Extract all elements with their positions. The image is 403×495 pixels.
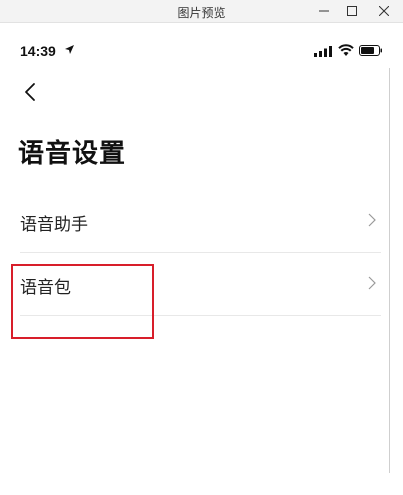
- chevron-right-icon: [368, 213, 376, 227]
- chevron-left-icon: [25, 83, 35, 101]
- back-button[interactable]: [18, 80, 42, 104]
- close-icon: [379, 6, 389, 16]
- maximize-icon: [347, 6, 357, 16]
- battery-icon: [359, 45, 382, 56]
- phone-screen: 14:39 语音设置 语音助手 语音包: [0, 23, 403, 495]
- signal-icon: [314, 46, 332, 57]
- close-button[interactable]: [370, 0, 398, 22]
- maximize-button[interactable]: [338, 0, 366, 22]
- window-titlebar: 图片预览: [0, 0, 403, 23]
- minimize-button[interactable]: [310, 0, 338, 22]
- wifi-icon: [338, 44, 354, 56]
- location-arrow-icon: [65, 45, 74, 54]
- page-title: 语音设置: [18, 139, 127, 169]
- status-bar: 14:39: [0, 23, 390, 59]
- divider: [20, 252, 381, 253]
- settings-item-voice-assistant[interactable]: 语音助手: [0, 191, 390, 253]
- annotation-highlight-box: [11, 264, 154, 339]
- minimize-icon: [319, 10, 329, 12]
- settings-item-label: 语音助手: [20, 215, 88, 235]
- chevron-right-icon: [368, 276, 376, 290]
- status-time: 14:39: [20, 43, 56, 59]
- frame-edge: [389, 68, 390, 473]
